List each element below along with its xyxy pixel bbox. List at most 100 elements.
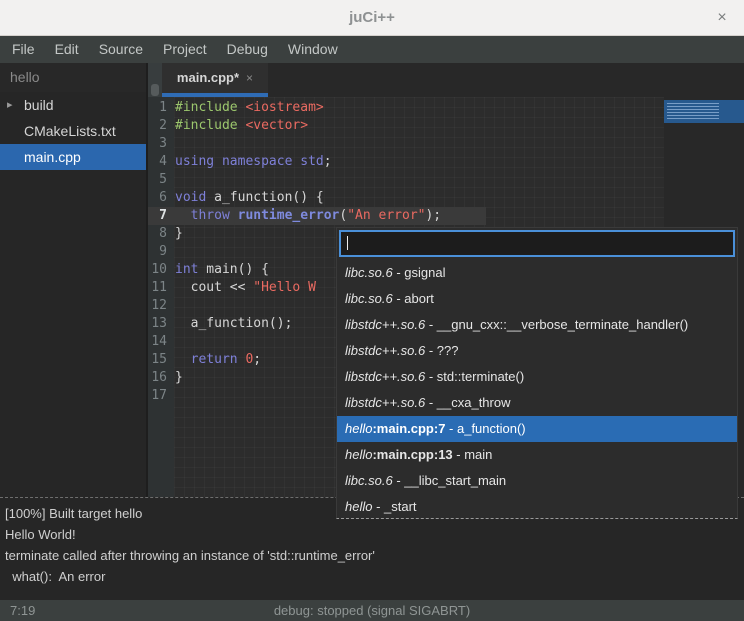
frame-function: - abort (393, 291, 434, 306)
tree-item-label: build (24, 92, 54, 118)
line-number: 15 (148, 351, 167, 369)
scrollbar-thumb[interactable] (151, 84, 159, 96)
tree-item-build[interactable]: ▸ build (0, 92, 146, 118)
juci-window: juCi++ × FileEditSourceProjectDebugWindo… (0, 0, 744, 621)
code-token: a_function() { (206, 190, 323, 205)
menu-source[interactable]: Source (89, 36, 153, 63)
code-token (175, 208, 191, 223)
line-number: 5 (148, 171, 167, 189)
menu-window[interactable]: Window (278, 36, 348, 63)
close-icon[interactable]: × (712, 8, 732, 28)
code-line[interactable]: 7 throw runtime_error("An error"); (148, 207, 744, 225)
stack-frame-item[interactable]: hello:main.cpp:13 - main (337, 442, 737, 468)
code-token (230, 208, 238, 223)
tabbar-left-strip (148, 63, 162, 97)
frame-function: - gsignal (393, 265, 446, 280)
stack-frame-list: libc.so.6 - gsignallibc.so.6 - abortlibs… (337, 260, 737, 518)
code-token: int (175, 262, 198, 277)
code-line[interactable]: 3 (148, 135, 744, 153)
frame-function: - ??? (425, 343, 458, 358)
frame-function: - std::terminate() (425, 369, 524, 384)
code-token (175, 352, 191, 367)
code-line[interactable]: 2#include <vector> (148, 117, 744, 135)
code-token: } (175, 226, 183, 241)
code-token (214, 154, 222, 169)
frame-library: libc.so.6 (345, 473, 393, 488)
line-number: 7 (148, 207, 167, 225)
text-caret (347, 236, 348, 250)
menu-project[interactable]: Project (153, 36, 217, 63)
code-token: <iostream> (245, 100, 323, 115)
code-line[interactable]: 6void a_function() { (148, 189, 744, 207)
code-token: <vector> (245, 118, 308, 133)
tree-item-label: main.cpp (24, 144, 81, 170)
frame-function: - __libc_start_main (393, 473, 506, 488)
menu-file[interactable]: File (2, 36, 45, 63)
frame-function: - _start (372, 499, 416, 514)
stack-frame-item[interactable]: libc.so.6 - __libc_start_main (337, 468, 737, 494)
code-token: using (175, 154, 214, 169)
frame-library: hello (345, 421, 372, 436)
output-line: Hello World! (5, 524, 744, 545)
menu-debug[interactable]: Debug (217, 36, 278, 63)
minimap-slider[interactable] (664, 100, 744, 123)
code-line[interactable]: 4using namespace std; (148, 153, 744, 171)
stack-frame-item[interactable]: libstdc++.so.6 - __cxa_throw (337, 390, 737, 416)
frame-library: libstdc++.so.6 (345, 395, 425, 410)
line-number: 14 (148, 333, 167, 351)
backtrace-filter-input[interactable] (339, 230, 735, 257)
output-line: terminate called after throwing an insta… (5, 545, 744, 566)
stack-frame-item[interactable]: libc.so.6 - abort (337, 286, 737, 312)
frame-location: :main.cpp:7 (372, 421, 445, 436)
line-number: 17 (148, 387, 167, 405)
code-token: ; (253, 352, 261, 367)
line-number: 12 (148, 297, 167, 315)
frame-location: :main.cpp:13 (372, 447, 452, 462)
file-tree-sidebar: hello ▸ buildCMakeLists.txtmain.cpp (0, 63, 148, 497)
window-title: juCi++ (0, 9, 744, 26)
code-token: return (191, 352, 238, 367)
tab-label: main.cpp* (177, 70, 239, 85)
stack-frame-item[interactable]: hello:main.cpp:7 - a_function() (337, 416, 737, 442)
stack-frame-item[interactable]: libstdc++.so.6 - ??? (337, 338, 737, 364)
code-token: a_function(); (175, 316, 292, 331)
code-line[interactable]: 1 #include <iostream> (148, 99, 744, 117)
tab-main-cpp[interactable]: main.cpp* × (162, 63, 268, 97)
line-number: 3 (148, 135, 167, 153)
code-token: #include (175, 100, 238, 115)
line-number: 1 (148, 99, 167, 117)
menu-edit[interactable]: Edit (45, 36, 89, 63)
frame-library: hello (345, 447, 372, 462)
stack-frame-item[interactable]: hello - _start (337, 494, 737, 518)
tree-item-cmakelists-txt[interactable]: CMakeLists.txt (0, 118, 146, 144)
code-token: runtime_error (238, 208, 340, 223)
stack-frame-item[interactable]: libc.so.6 - gsignal (337, 260, 737, 286)
code-token: throw (191, 208, 230, 223)
tab-bar: main.cpp* × (148, 63, 744, 97)
line-number: 10 (148, 261, 167, 279)
line-number: 8 (148, 225, 167, 243)
line-number: 11 (148, 279, 167, 297)
backtrace-popup: libc.so.6 - gsignallibc.so.6 - abortlibs… (336, 227, 738, 519)
frame-library: libc.so.6 (345, 265, 393, 280)
frame-function: - main (453, 447, 493, 462)
stack-frame-item[interactable]: libstdc++.so.6 - std::terminate() (337, 364, 737, 390)
code-token: #include (175, 118, 238, 133)
frame-library: libstdc++.so.6 (345, 343, 425, 358)
tab-close-icon[interactable]: × (246, 71, 253, 85)
frame-function: - a_function() (445, 421, 525, 436)
frame-function: - __gnu_cxx::__verbose_terminate_handler… (425, 317, 688, 332)
code-token: ; (324, 154, 332, 169)
expander-triangle-icon[interactable]: ▸ (7, 92, 13, 118)
frame-library: hello (345, 499, 372, 514)
statusbar: 7:19 debug: stopped (signal SIGABRT) (0, 600, 744, 621)
tree-item-main-cpp[interactable]: main.cpp (0, 144, 146, 170)
line-number: 9 (148, 243, 167, 261)
project-name-header: hello (0, 63, 146, 92)
frame-library: libstdc++.so.6 (345, 317, 425, 332)
frame-library: libstdc++.so.6 (345, 369, 425, 384)
stack-frame-item[interactable]: libstdc++.so.6 - __gnu_cxx::__verbose_te… (337, 312, 737, 338)
code-token: main() { (198, 262, 268, 277)
code-token: cout << (175, 280, 253, 295)
code-line[interactable]: 5 (148, 171, 744, 189)
